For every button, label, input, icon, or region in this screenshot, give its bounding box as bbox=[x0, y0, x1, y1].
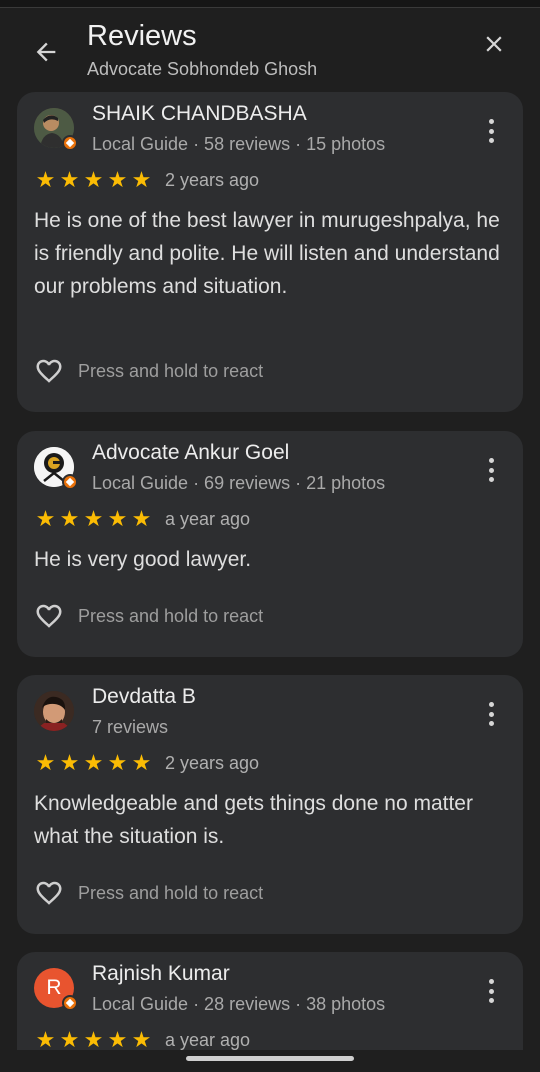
star-icon: ★ bbox=[59, 506, 80, 531]
local-guide-badge-icon bbox=[62, 135, 78, 151]
review-text: Knowledgeable and gets things done no ma… bbox=[34, 792, 473, 848]
review-text: He is very good lawyer. bbox=[34, 548, 252, 571]
avatar[interactable] bbox=[34, 108, 78, 151]
avatar-letter: R bbox=[46, 976, 62, 999]
close-button[interactable] bbox=[472, 22, 516, 66]
star-icon: ★ bbox=[59, 167, 80, 192]
star-icon: ★ bbox=[35, 167, 56, 192]
gesture-handle[interactable] bbox=[186, 1056, 354, 1061]
more-options-button[interactable] bbox=[479, 116, 503, 146]
star-icon: ★ bbox=[59, 1027, 80, 1051]
star-icon: ★ bbox=[107, 167, 128, 192]
rating-row: ★ ★ ★ ★ ★ 2 years ago bbox=[34, 751, 259, 775]
review-date: 2 years ago bbox=[165, 169, 260, 190]
reviewer-name[interactable]: Rajnish Kumar bbox=[92, 962, 230, 986]
reviewer-name[interactable]: SHAIK CHANDBASHA bbox=[92, 102, 307, 126]
star-icon: ★ bbox=[131, 750, 152, 775]
reviewer-meta: Local Guide · 58 reviews · 15 photos bbox=[92, 134, 386, 154]
avatar[interactable] bbox=[34, 691, 74, 731]
review-text: He is one of the best lawyer in murugesh… bbox=[34, 209, 500, 298]
more-options-button[interactable] bbox=[479, 455, 503, 485]
star-icon: ★ bbox=[83, 1027, 104, 1051]
review-list[interactable]: SHAIK CHANDBASHA Local Guide · 58 review… bbox=[0, 92, 540, 1050]
react-button[interactable]: Press and hold to react bbox=[34, 878, 263, 908]
review-card: Devdatta B 7 reviews ★ ★ ★ ★ ★ 2 years ago K… bbox=[17, 675, 523, 934]
star-icon: ★ bbox=[35, 1027, 56, 1051]
rating-row: ★ ★ ★ ★ ★ 2 years ago bbox=[34, 168, 259, 192]
more-options-button[interactable] bbox=[479, 699, 503, 729]
page-title: Reviews bbox=[87, 20, 197, 52]
review-date: a year ago bbox=[165, 1029, 251, 1050]
react-label: Press and hold to react bbox=[78, 882, 264, 903]
back-button[interactable] bbox=[24, 30, 68, 74]
star-icon: ★ bbox=[83, 506, 104, 531]
heart-icon bbox=[36, 359, 62, 383]
local-guide-badge-icon bbox=[62, 995, 78, 1011]
star-rating: ★ ★ ★ ★ ★ bbox=[34, 508, 153, 530]
react-label: Press and hold to react bbox=[78, 605, 264, 626]
reviewer-name[interactable]: Devdatta B bbox=[92, 685, 196, 709]
app-header: Reviews Advocate Sobhondeb Ghosh bbox=[0, 8, 540, 92]
close-icon bbox=[486, 36, 502, 52]
local-guide-badge-icon bbox=[62, 474, 78, 490]
review-card: Advocate Ankur Goel Local Guide · 69 rev… bbox=[17, 431, 523, 657]
star-icon: ★ bbox=[107, 1027, 128, 1051]
reviewer-meta: Local Guide · 28 reviews · 38 photos bbox=[92, 994, 386, 1014]
more-options-button[interactable] bbox=[479, 976, 503, 1006]
star-icon: ★ bbox=[83, 167, 104, 192]
star-icon: ★ bbox=[35, 750, 56, 775]
review-card: SHAIK CHANDBASHA Local Guide · 58 review… bbox=[17, 92, 523, 412]
star-rating: ★ ★ ★ ★ ★ bbox=[34, 752, 153, 774]
avatar-photo-icon bbox=[34, 691, 74, 731]
star-icon: ★ bbox=[131, 1027, 152, 1051]
avatar[interactable]: R bbox=[34, 968, 78, 1011]
react-button[interactable]: Press and hold to react bbox=[34, 601, 263, 631]
heart-icon bbox=[36, 604, 62, 628]
reviewer-meta: 7 reviews bbox=[92, 717, 169, 737]
rating-row: ★ ★ ★ ★ ★ a year ago bbox=[34, 1027, 251, 1051]
heart-icon bbox=[36, 881, 62, 905]
rating-row: ★ ★ ★ ★ ★ a year ago bbox=[34, 507, 250, 531]
avatar[interactable] bbox=[34, 447, 78, 490]
star-rating: ★ ★ ★ ★ ★ bbox=[34, 169, 153, 191]
star-icon: ★ bbox=[131, 167, 152, 192]
reviewer-name[interactable]: Advocate Ankur Goel bbox=[92, 441, 289, 465]
page-subtitle: Advocate Sobhondeb Ghosh bbox=[87, 59, 318, 79]
review-date: a year ago bbox=[165, 508, 251, 529]
review-date: 2 years ago bbox=[165, 752, 260, 773]
star-icon: ★ bbox=[131, 506, 152, 531]
react-button[interactable]: Press and hold to react bbox=[34, 356, 263, 386]
star-icon: ★ bbox=[107, 750, 128, 775]
star-icon: ★ bbox=[59, 750, 80, 775]
star-icon: ★ bbox=[83, 750, 104, 775]
react-label: Press and hold to react bbox=[78, 360, 264, 381]
arrow-back-icon bbox=[36, 42, 56, 62]
navigation-bar bbox=[0, 1050, 540, 1072]
star-icon: ★ bbox=[35, 506, 56, 531]
review-card: R Rajnish Kumar Local Guide · 28 reviews… bbox=[17, 952, 523, 1050]
star-rating: ★ ★ ★ ★ ★ bbox=[34, 1027, 153, 1051]
star-icon: ★ bbox=[107, 506, 128, 531]
status-bar bbox=[0, 0, 540, 8]
reviewer-meta: Local Guide · 69 reviews · 21 photos bbox=[92, 473, 386, 493]
